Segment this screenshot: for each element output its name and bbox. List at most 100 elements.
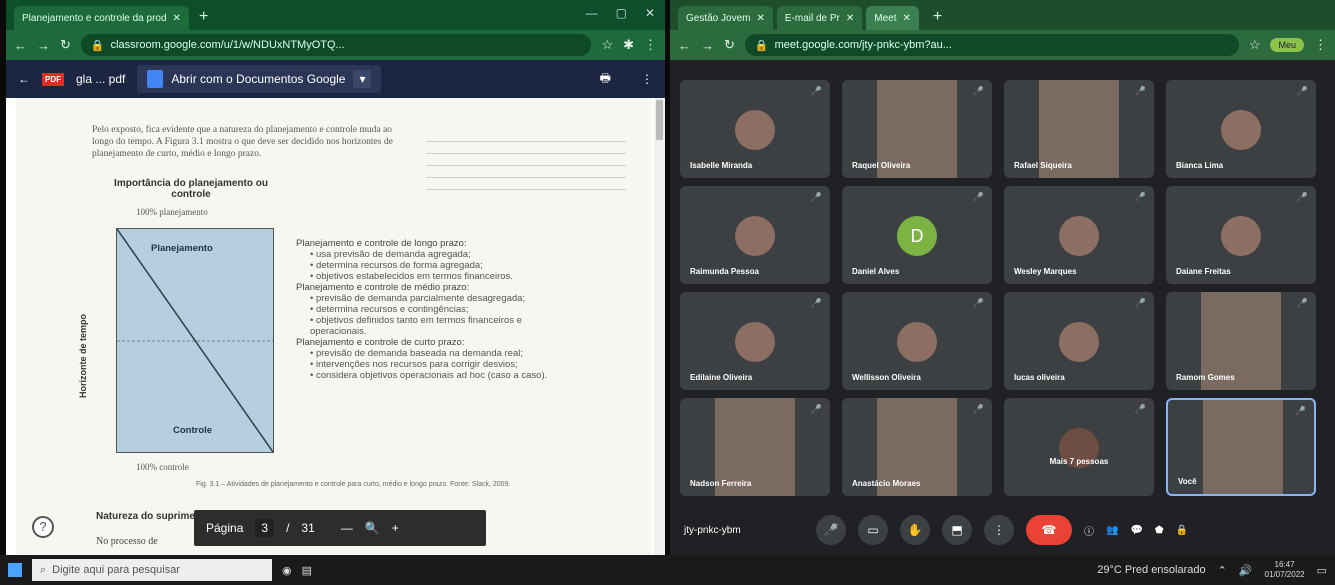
new-tab-icon[interactable]: + [933, 8, 942, 26]
mic-off-icon: 🎤 [1294, 406, 1306, 416]
pdf-icon: PDF [42, 72, 64, 86]
page-number-input[interactable]: 3 [255, 519, 275, 537]
participant-tile[interactable]: 🎤 Bianca Lima [1166, 80, 1316, 178]
more-icon[interactable]: ⋮ [641, 72, 653, 86]
mic-off-icon: 🎤 [972, 298, 984, 308]
participant-tile[interactable]: D 🎤 Daniel Alves [842, 186, 992, 284]
star-icon[interactable]: ☆ [1249, 37, 1261, 53]
tab-title: Planejamento e controle da prod [22, 12, 167, 24]
participant-tile[interactable]: 🎤 Você [1166, 398, 1316, 496]
forward-icon[interactable]: → [701, 38, 714, 53]
avatar [897, 322, 937, 362]
chart-planejamento-label: Planejamento [151, 243, 213, 254]
participant-tile[interactable]: 🎤 Ramom Gomes [1166, 292, 1316, 390]
pdf-toolbar: ← PDF gla ... pdf Abrir com o Documentos… [6, 60, 665, 98]
close-icon[interactable]: ✕ [903, 13, 911, 24]
mic-off-icon: 🎤 [810, 298, 822, 308]
lock-icon: 🔒 [90, 39, 105, 52]
extensions-icon[interactable]: ✱ [623, 37, 634, 53]
participant-tile[interactable]: 🎤 Raimunda Pessoa [680, 186, 830, 284]
zoom-out-icon[interactable]: — [341, 521, 353, 535]
participant-tile[interactable]: 🎤 Mais 7 pessoas [1004, 398, 1154, 496]
info-icon[interactable]: ⓘ [1084, 523, 1094, 538]
help-icon[interactable]: ? [32, 516, 54, 538]
tab-classroom[interactable]: Planejamento e controle da prod ✕ [14, 6, 189, 30]
margin-lines [426, 130, 626, 190]
participant-name: Rafael Siqueira [1014, 161, 1072, 170]
taskbar-search[interactable]: ⌕ Digite aqui para pesquisar [32, 559, 272, 581]
menu-icon[interactable]: ⋮ [644, 37, 657, 53]
zoom-icon[interactable]: 🔍 [365, 521, 380, 535]
bullet-item: • considera objetivos operacionais ad ho… [310, 370, 548, 381]
raise-hand-icon[interactable]: ✋ [900, 515, 930, 545]
meeting-code: jty-pnkc-ybm [684, 524, 741, 536]
participant-tile[interactable]: 🎤 Edilaine Oliveira [680, 292, 830, 390]
participant-name: Daiane Freitas [1176, 267, 1231, 276]
forward-icon[interactable]: → [37, 38, 50, 53]
pdf-browser-window: Planejamento e controle da prod ✕ + — ▢ … [6, 0, 665, 555]
tab-bar: Gestão Jovem ✕ E-mail de Pr ✕ Meet ✕ + [670, 0, 1335, 30]
volume-icon[interactable]: 🔊 [1239, 564, 1253, 577]
participant-tile[interactable]: 🎤 lucas oliveira [1004, 292, 1154, 390]
participant-tile[interactable]: 🎤 Raquel Oliveira [842, 80, 992, 178]
network-icon[interactable]: ⌃ [1218, 564, 1227, 577]
participant-tile[interactable]: 🎤 Rafael Siqueira [1004, 80, 1154, 178]
body-text: No processo de [96, 536, 158, 547]
back-arrow-icon[interactable]: ← [18, 72, 30, 86]
scrollbar[interactable] [654, 98, 665, 555]
present-icon[interactable]: ⬒ [942, 515, 972, 545]
reload-icon[interactable]: ↻ [724, 37, 735, 53]
mic-off-icon: 🎤 [972, 86, 984, 96]
participant-tile[interactable]: 🎤 Wellisson Oliveira [842, 292, 992, 390]
weather-widget[interactable]: 29°C Pred ensolarado [1097, 564, 1205, 576]
mic-off-icon: 🎤 [1296, 192, 1308, 202]
close-icon[interactable]: ✕ [846, 13, 854, 24]
windows-start-icon[interactable] [8, 563, 22, 577]
pdf-title: gla ... pdf [76, 72, 126, 86]
mic-icon[interactable]: 🎤 [816, 515, 846, 545]
participant-tile[interactable]: 🎤 Anastácio Moraes [842, 398, 992, 496]
close-window-icon[interactable]: ✕ [645, 6, 655, 20]
tab-gestao[interactable]: Gestão Jovem ✕ [678, 6, 773, 30]
participant-tile[interactable]: 🎤 Wesley Marques [1004, 186, 1154, 284]
task-view-icon[interactable]: ▤ [302, 564, 312, 577]
camera-icon[interactable]: ▭ [858, 515, 888, 545]
more-options-icon[interactable]: ⋮ [984, 515, 1014, 545]
zoom-in-icon[interactable]: + [392, 521, 399, 535]
back-icon[interactable]: ← [678, 38, 691, 53]
participant-tile[interactable]: 🎤 Isabelle Miranda [680, 80, 830, 178]
url-field[interactable]: 🔒 classroom.google.com/u/1/w/NDUxNTMyOTQ… [80, 34, 592, 56]
profile-button[interactable]: Meu [1270, 38, 1304, 52]
star-icon[interactable]: ☆ [601, 37, 613, 53]
close-icon[interactable]: ✕ [173, 13, 181, 24]
tab-label: Gestão Jovem [686, 12, 751, 24]
reload-icon[interactable]: ↻ [60, 37, 71, 53]
chat-icon[interactable]: 💬 [1130, 525, 1142, 536]
maximize-icon[interactable]: ▢ [616, 6, 627, 20]
notification-icon[interactable]: ▭ [1317, 564, 1327, 577]
clock[interactable]: 16:47 01/07/2022 [1265, 560, 1305, 580]
activities-icon[interactable]: ⬟ [1155, 525, 1164, 536]
tab-meet[interactable]: Meet ✕ [866, 6, 919, 30]
end-call-button[interactable]: ☎ [1026, 515, 1072, 545]
tab-email[interactable]: E-mail de Pr ✕ [776, 6, 863, 30]
scroll-thumb[interactable] [656, 100, 663, 140]
tab-label: Meet [874, 12, 897, 24]
chevron-down-icon[interactable]: ▾ [353, 70, 372, 88]
people-icon[interactable]: 👥 [1106, 525, 1118, 536]
menu-icon[interactable]: ⋮ [1314, 37, 1327, 53]
participant-tile[interactable]: 🎤 Nadson Ferreira [680, 398, 830, 496]
participant-tile[interactable]: 🎤 Daiane Freitas [1166, 186, 1316, 284]
new-tab-icon[interactable]: + [199, 8, 208, 26]
lock-icon[interactable]: 🔒 [1176, 525, 1188, 536]
y-axis-label: Horizonte de tempo [78, 313, 88, 398]
open-with-docs-button[interactable]: Abrir com o Documentos Google ▾ [137, 65, 382, 93]
close-icon[interactable]: ✕ [756, 13, 764, 24]
participant-name: Wesley Marques [1014, 267, 1077, 276]
print-icon[interactable]: 🖶 [600, 69, 611, 90]
chrome-icon[interactable]: ◉ [282, 564, 292, 577]
minimize-icon[interactable]: — [586, 6, 598, 20]
participant-name: Você [1178, 477, 1197, 486]
back-icon[interactable]: ← [14, 38, 27, 53]
url-field[interactable]: 🔒 meet.google.com/jty-pnkc-ybm?au... [744, 34, 1239, 56]
